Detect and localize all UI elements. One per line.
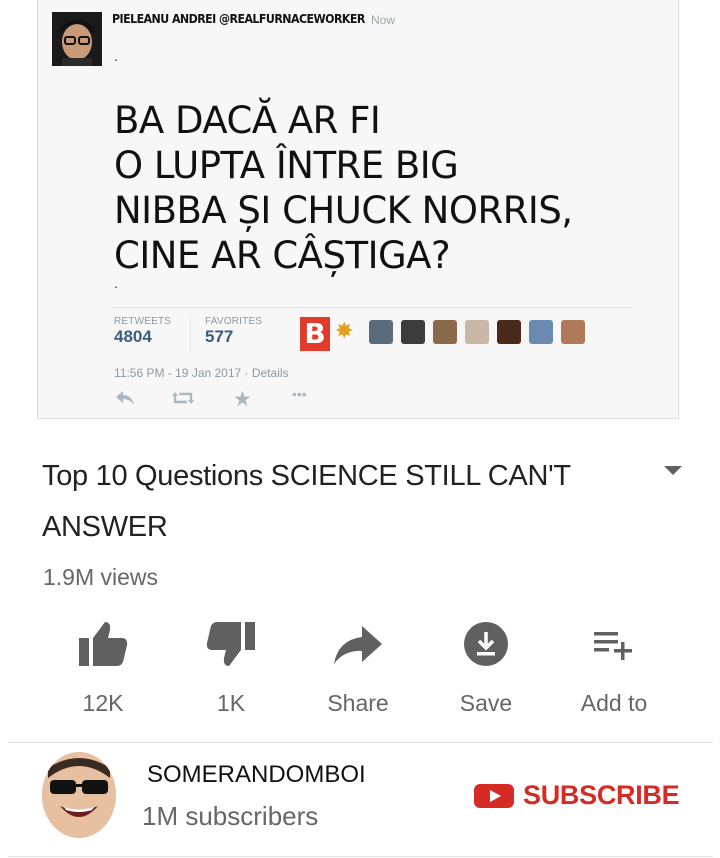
- view-count: 1.9M views: [43, 564, 159, 590]
- retweets-count: 4804: [114, 327, 152, 346]
- brand-b-logo: B: [300, 317, 330, 351]
- youtube-play-icon: [474, 783, 514, 808]
- subscribe-button[interactable]: SUBSCRIBE: [474, 780, 680, 811]
- tweet-dot-bottom: .: [114, 275, 118, 291]
- tweet-timestamp: Now: [371, 13, 396, 27]
- like-count: 12K: [82, 690, 124, 716]
- more-icon[interactable]: •••: [292, 386, 307, 402]
- bottom-divider: [8, 856, 713, 857]
- stat-divider: [190, 318, 191, 352]
- favoriter-avatar[interactable]: [369, 320, 393, 344]
- playlist-add-icon: [594, 632, 632, 660]
- favorites-stat[interactable]: FAVORITES 577: [205, 316, 262, 347]
- reply-icon[interactable]: [114, 389, 136, 412]
- tweet-dot-top: .: [114, 48, 118, 64]
- favoriter-avatar[interactable]: [529, 320, 553, 344]
- expand-chevron-icon[interactable]: [664, 466, 682, 475]
- tweet-text-line: O LUPTA ÎNTRE BIG: [114, 144, 459, 187]
- tweet-author-avatar[interactable]: [52, 12, 102, 66]
- share-arrow-icon: [334, 626, 382, 664]
- dislike-button[interactable]: 1K: [176, 620, 286, 717]
- tweet-meta[interactable]: 11:56 PM - 19 Jan 2017 · Details: [114, 366, 289, 380]
- favorites-count: 577: [205, 327, 234, 346]
- thumbs-down-icon: [206, 622, 255, 666]
- thumbs-up-icon: [79, 622, 128, 666]
- favorite-star-icon[interactable]: ★: [233, 387, 252, 412]
- subscribe-label: SUBSCRIBE: [523, 780, 680, 810]
- like-button[interactable]: 12K: [48, 620, 158, 717]
- sparkle-icon: ✸: [335, 318, 354, 343]
- save-label: Save: [459, 690, 513, 716]
- favoriter-avatar[interactable]: [401, 320, 425, 344]
- save-button[interactable]: Save: [431, 620, 541, 717]
- favoriter-avatar[interactable]: [433, 320, 457, 344]
- retweets-stat[interactable]: RETWEETS 4804: [114, 316, 171, 347]
- subscriber-count: 1M subscribers: [142, 801, 319, 831]
- tweet-text: BA DACĂ AR FI O LUPTA ÎNTRE BIG NIBBA ȘI…: [114, 98, 674, 278]
- share-button[interactable]: Share: [303, 620, 413, 717]
- retweets-label: RETWEETS: [114, 316, 172, 327]
- channel-name[interactable]: SOMERANDOMBOI: [147, 761, 366, 789]
- tweet-text-line: NIBBA ȘI CHUCK NORRIS,: [114, 189, 573, 232]
- tweet-text-line: CINE AR CÂȘTIGA?: [114, 234, 451, 277]
- tweet-text-line: BA DACĂ AR FI: [114, 99, 381, 142]
- download-circle-icon: [464, 622, 508, 666]
- add-to-label: Add to: [580, 690, 648, 716]
- dislike-count: 1K: [216, 690, 246, 716]
- tweet-divider: [112, 307, 632, 308]
- share-label: Share: [327, 690, 389, 716]
- add-to-button[interactable]: Add to: [559, 620, 669, 717]
- favoriter-avatar[interactable]: [561, 320, 585, 344]
- section-divider: [8, 742, 713, 743]
- tweet-author-handle[interactable]: PIELEANU ANDREI @REALFURNACEWORKER: [112, 12, 365, 26]
- favoriter-avatar[interactable]: [497, 320, 521, 344]
- retweet-icon[interactable]: [172, 389, 194, 412]
- video-title: Top 10 Questions SCIENCE STILL CAN'T ANS…: [42, 460, 571, 543]
- favorites-label: FAVORITES: [205, 316, 263, 327]
- channel-avatar[interactable]: [42, 752, 116, 838]
- favoriter-avatar[interactable]: [465, 320, 489, 344]
